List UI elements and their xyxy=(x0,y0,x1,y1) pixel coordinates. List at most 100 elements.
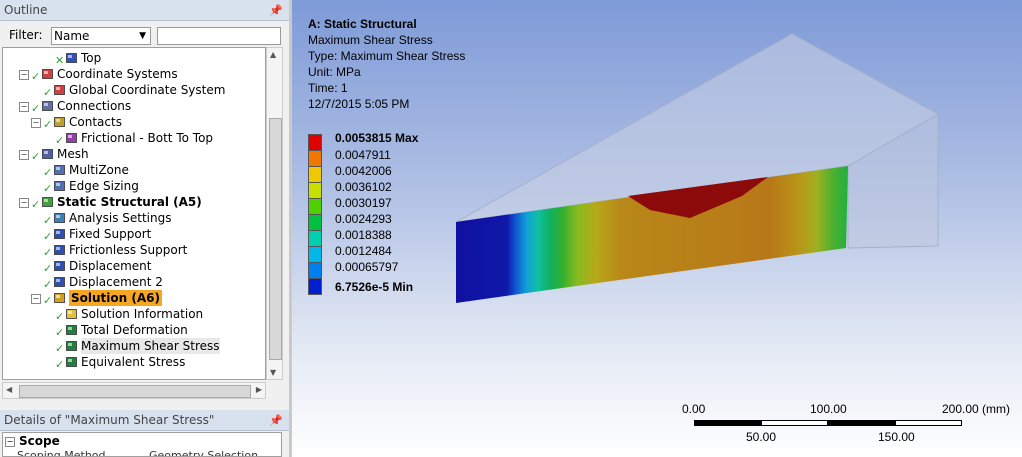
legend-swatch xyxy=(308,214,322,231)
tree-item-label: Displacement 2 xyxy=(69,275,163,289)
tree-item[interactable]: ✓ Solution Information xyxy=(3,306,265,323)
result-type: Type: Maximum Shear Stress xyxy=(308,49,466,63)
scope-expander-icon[interactable]: − xyxy=(5,437,15,447)
outline-header: Outline 📌 xyxy=(0,0,289,21)
contact-pair-icon xyxy=(65,131,78,144)
solution-information-icon xyxy=(65,307,78,320)
legend-value: 0.0036102 xyxy=(335,180,392,194)
scale-label-150: 150.00 xyxy=(878,430,915,444)
pin-icon[interactable]: 📌 xyxy=(269,410,283,431)
tree-item-label: Coordinate Systems xyxy=(57,67,178,81)
legend-swatch xyxy=(308,230,322,247)
scrollbar-thumb[interactable] xyxy=(269,118,282,360)
analysis-title: A: Static Structural xyxy=(308,17,417,31)
result-unit: Unit: MPa xyxy=(308,65,361,79)
legend-swatch xyxy=(308,198,322,215)
tree-item[interactable]: ✓ Frictionless Support xyxy=(3,242,265,259)
filter-select[interactable]: Name ▼ xyxy=(51,27,151,45)
tree-item-label: Connections xyxy=(57,99,132,113)
result-time: Time: 1 xyxy=(308,81,348,95)
tree-item[interactable]: ✕ Top xyxy=(3,50,265,67)
legend-value: 0.0042006 xyxy=(335,164,392,178)
details-header: Details of "Maximum Shear Stress" 📌 xyxy=(0,410,289,431)
scale-label-200: 200.00 (mm) xyxy=(942,402,1011,416)
scroll-down-icon[interactable]: ▼ xyxy=(270,368,276,377)
graphics-viewport[interactable]: A: Static Structural Maximum Shear Stres… xyxy=(292,0,1022,457)
coordinate-axes-icon xyxy=(53,83,66,96)
outline-panel: Outline 📌 Filter: Name ▼ ✕ Top − ✓ Coordinat… xyxy=(0,0,289,457)
tree-item[interactable]: ✓ Global Coordinate System xyxy=(3,82,265,99)
tree-expander-icon[interactable]: − xyxy=(31,294,41,304)
result-info: A: Static Structural Maximum Shear Stres… xyxy=(308,16,465,112)
tree-item[interactable]: ✓ Equivalent Stress xyxy=(3,354,265,371)
tree-expander-icon[interactable]: − xyxy=(19,102,29,112)
legend-value: 6.7526e-5 Min xyxy=(335,280,414,294)
scroll-up-icon[interactable]: ▲ xyxy=(270,50,276,59)
tree-item[interactable]: ✓ Frictional - Bott To Top xyxy=(3,130,265,147)
scale-segment-3 xyxy=(828,420,895,426)
tree-item[interactable]: ✓ Analysis Settings xyxy=(3,210,265,227)
tree-item[interactable]: − ✓ Connections xyxy=(3,98,265,115)
tree-item-label: Fixed Support xyxy=(69,227,152,241)
result-date: 12/7/2015 5:05 PM xyxy=(308,97,410,111)
scoping-method-value[interactable]: Geometry Selection xyxy=(149,449,258,456)
tree-item-label: Top xyxy=(81,51,102,65)
tree-item-label: Frictionless Support xyxy=(69,243,188,257)
mesh-sizing-icon xyxy=(53,179,66,192)
legend-swatch xyxy=(308,182,322,199)
tree-item[interactable]: − ✓ Solution (A6) xyxy=(3,290,265,307)
tree-item[interactable]: ✓ Edge Sizing xyxy=(3,178,265,195)
scale-bar: 0.00 100.00 200.00 (mm) 50.00 150.00 xyxy=(682,402,1010,447)
connections-icon xyxy=(41,99,54,112)
analysis-settings-icon xyxy=(53,211,66,224)
tree-vertical-scrollbar[interactable]: ▲ ▼ xyxy=(266,47,283,380)
coordinate-axes-icon xyxy=(41,67,54,80)
tree-item-label: Global Coordinate System xyxy=(69,83,226,97)
tree-item-label: Mesh xyxy=(57,147,89,161)
static-structural-icon xyxy=(41,195,54,208)
tree-item-label: Solution Information xyxy=(81,307,204,321)
legend-swatch xyxy=(308,150,322,167)
tree-item[interactable]: ✓ Fixed Support xyxy=(3,226,265,243)
tree-item-label: Static Structural (A5) xyxy=(57,195,202,209)
legend-value: 0.0024293 xyxy=(335,212,392,226)
tree-item-label: Frictional - Bott To Top xyxy=(81,131,214,145)
tree-item-label: Total Deformation xyxy=(81,323,188,337)
tree-item[interactable]: − ✓ Static Structural (A5) xyxy=(3,194,265,211)
checkmark-icon: ✓ xyxy=(55,358,65,371)
pin-icon[interactable]: 📌 xyxy=(269,0,283,21)
displacement-icon xyxy=(53,259,66,272)
tree-item[interactable]: − ✓ Coordinate Systems xyxy=(3,66,265,83)
filter-select-value: Name xyxy=(54,29,90,43)
legend-value: 0.0030197 xyxy=(335,196,392,210)
filter-input[interactable] xyxy=(157,27,281,45)
tree-item[interactable]: ✓ MultiZone xyxy=(3,162,265,179)
view-cube-icon xyxy=(65,51,78,64)
tree-item-label: Maximum Shear Stress xyxy=(81,338,220,354)
result-cube-icon xyxy=(65,339,78,352)
scale-segment-2 xyxy=(761,420,828,426)
displacement-icon xyxy=(53,275,66,288)
scroll-right-icon[interactable]: ▶ xyxy=(256,385,262,394)
tree-item[interactable]: − ✓ Mesh xyxy=(3,146,265,163)
chevron-down-icon[interactable]: ▼ xyxy=(139,28,146,44)
tree-item[interactable]: ✓ Total Deformation xyxy=(3,322,265,339)
tree-expander-icon[interactable]: − xyxy=(19,150,29,160)
tree-item[interactable]: ✓ Displacement 2 xyxy=(3,274,265,291)
legend-swatch xyxy=(308,278,322,295)
outline-tree: ✕ Top − ✓ Coordinate Systems ✓ Global Coordina… xyxy=(2,47,266,380)
tree-item[interactable]: ✓ Maximum Shear Stress xyxy=(3,338,265,355)
scrollbar-thumb[interactable] xyxy=(19,385,251,398)
tree-horizontal-scrollbar[interactable]: ◀ ▶ xyxy=(2,382,266,399)
tree-expander-icon[interactable]: − xyxy=(19,70,29,80)
filter-label: Filter: xyxy=(9,28,43,42)
tree-expander-icon[interactable]: − xyxy=(19,198,29,208)
scroll-left-icon[interactable]: ◀ xyxy=(6,385,12,394)
tree-item[interactable]: − ✓ Contacts xyxy=(3,114,265,131)
tree-expander-icon[interactable]: − xyxy=(31,118,41,128)
tree-item[interactable]: ✓ Displacement xyxy=(3,258,265,275)
legend-value: 0.0053815 Max xyxy=(335,131,419,145)
scale-label-100: 100.00 xyxy=(810,402,847,416)
mesh-method-icon xyxy=(53,163,66,176)
details-panel: − Scope Scoping Method Geometry Selectio… xyxy=(2,432,282,457)
